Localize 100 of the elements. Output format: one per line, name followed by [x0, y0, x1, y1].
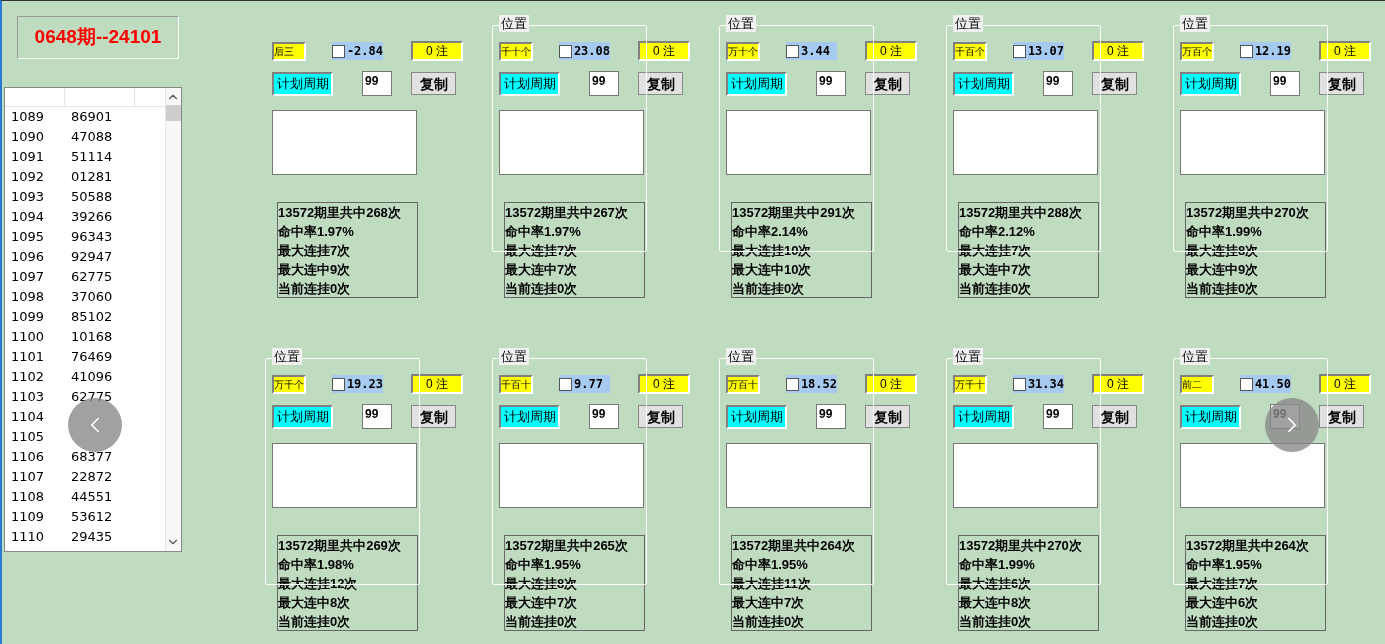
copy-button[interactable]: 复制 — [1319, 72, 1364, 95]
text-area[interactable] — [726, 443, 871, 508]
scroll-thumb[interactable] — [166, 105, 181, 121]
text-area[interactable] — [953, 110, 1098, 175]
stats-line: 13572期里共中270次 — [959, 537, 1083, 555]
text-area[interactable] — [953, 443, 1098, 508]
group-legend: 位置 — [953, 15, 983, 32]
stats-line: 13572期里共中264次 — [732, 537, 856, 555]
number-cell-text: 01281 — [71, 168, 113, 187]
text-area[interactable] — [499, 110, 644, 175]
group-legend: 位置 — [726, 15, 756, 32]
copy-button[interactable]: 复制 — [865, 405, 910, 428]
text-area[interactable] — [1180, 110, 1325, 175]
period-field[interactable]: 99 — [362, 71, 392, 96]
stats-line: 命中率2.12% — [959, 223, 1036, 241]
text-area[interactable] — [272, 110, 417, 175]
group-legend: 位置 — [1180, 15, 1210, 32]
plan-period-button[interactable]: 计划周期 — [499, 404, 560, 429]
plan-period-button[interactable]: 计划周期 — [1180, 404, 1241, 429]
plan-period-button[interactable]: 计划周期 — [499, 71, 560, 96]
value-checkbox[interactable]: 23.08 — [559, 42, 610, 60]
group-legend: 位置 — [272, 348, 302, 365]
period-cell-text: 1108 — [11, 488, 46, 507]
value-checkbox[interactable]: 13.07 — [1013, 42, 1064, 60]
value-checkbox[interactable]: 31.34 — [1013, 375, 1064, 393]
stats-line: 13572期里共中269次 — [278, 537, 402, 555]
value-checkbox[interactable]: 19.23 — [332, 375, 383, 393]
copy-button[interactable]: 复制 — [411, 405, 456, 428]
period-field[interactable]: 99 — [1043, 71, 1073, 96]
text-area[interactable] — [1180, 443, 1325, 508]
period-field[interactable]: 99 — [589, 404, 619, 429]
plan-period-button[interactable]: 计划周期 — [953, 404, 1014, 429]
stats-line: 最大连中6次 — [1186, 594, 1260, 612]
period-field[interactable]: 99 — [816, 71, 846, 96]
number-cell-text: 47088 — [71, 128, 113, 147]
period-field[interactable]: 99 — [816, 404, 846, 429]
plan-period-button[interactable]: 计划周期 — [953, 71, 1014, 96]
next-button[interactable] — [1265, 398, 1319, 452]
number-cell-text: 62775 — [71, 388, 113, 407]
count-label: 0 注 — [1319, 374, 1371, 394]
group-legend: 位置 — [499, 348, 529, 365]
period-cell-text: 1093 — [11, 188, 46, 207]
stats-line: 命中率1.99% — [1186, 223, 1263, 241]
period-field[interactable]: 99 — [1043, 404, 1073, 429]
period-cell-text: 1095 — [11, 228, 46, 247]
stats-line: 最大连中8次 — [959, 594, 1033, 612]
plan-period-button[interactable]: 计划周期 — [272, 71, 333, 96]
stats-line: 当前连挂0次 — [505, 280, 579, 298]
number-cell-text: 62775 — [71, 268, 113, 287]
group-legend: 位置 — [1180, 348, 1210, 365]
value-checkbox[interactable]: 3.44 — [786, 42, 837, 60]
position-label: 千百个 — [953, 41, 987, 61]
period-cell-text: 1104 — [11, 408, 46, 427]
text-area[interactable] — [726, 110, 871, 175]
number-cell-text: 68377 — [71, 448, 113, 467]
period-field[interactable]: 99 — [589, 71, 619, 96]
number-cell-text: 51114 — [71, 148, 113, 167]
plan-period-button[interactable]: 计划周期 — [726, 404, 787, 429]
stats-line: 13572期里共中264次 — [1186, 537, 1310, 555]
position-label: 万千个 — [272, 374, 306, 394]
copy-button[interactable]: 复制 — [1092, 405, 1137, 428]
stats-line: 13572期里共中288次 — [959, 204, 1083, 222]
value-checkbox[interactable]: 18.52 — [786, 375, 837, 393]
copy-button[interactable]: 复制 — [638, 72, 683, 95]
value-checkbox[interactable]: 41.50 — [1240, 375, 1291, 393]
period-cell-text: 1103 — [11, 388, 46, 407]
stats-line: 命中率1.99% — [959, 556, 1036, 574]
position-label: 万千十 — [953, 374, 987, 394]
scrollbar[interactable] — [165, 88, 181, 551]
number-cell-text: 37060 — [71, 288, 113, 307]
text-area[interactable] — [499, 443, 644, 508]
value-checkbox[interactable]: -2.84 — [332, 42, 383, 60]
copy-button[interactable]: 复制 — [638, 405, 683, 428]
period-field[interactable]: 99 — [362, 404, 392, 429]
copy-button[interactable]: 复制 — [1319, 405, 1364, 428]
position-label: 后三 — [272, 41, 306, 61]
period-cell-text: 1106 — [11, 448, 46, 467]
plan-period-button[interactable]: 计划周期 — [272, 404, 333, 429]
period-cell-text: 1090 — [11, 128, 46, 147]
count-label: 0 注 — [1092, 41, 1144, 61]
copy-button[interactable]: 复制 — [411, 72, 456, 95]
value-checkbox[interactable]: 9.77 — [559, 375, 610, 393]
stats-line: 命中率1.97% — [505, 223, 582, 241]
period-cell-text: 1089 — [11, 108, 46, 127]
stats-line: 13572期里共中267次 — [505, 204, 629, 222]
count-label: 0 注 — [1092, 374, 1144, 394]
copy-button[interactable]: 复制 — [1092, 72, 1137, 95]
period-field[interactable]: 99 — [1270, 71, 1300, 96]
stats-line: 命中率1.98% — [278, 556, 355, 574]
issue-title: 0648期--24101 — [34, 25, 162, 50]
stats-line: 13572期里共中270次 — [1186, 204, 1310, 222]
copy-button[interactable]: 复制 — [865, 72, 910, 95]
count-label: 0 注 — [865, 41, 917, 61]
period-cell-text: 1101 — [11, 348, 46, 367]
plan-period-button[interactable]: 计划周期 — [1180, 71, 1241, 96]
text-area[interactable] — [272, 443, 417, 508]
value-checkbox[interactable]: 12.19 — [1240, 42, 1291, 60]
count-label: 0 注 — [865, 374, 917, 394]
plan-period-button[interactable]: 计划周期 — [726, 71, 787, 96]
stats-line: 最大连中7次 — [959, 261, 1033, 279]
